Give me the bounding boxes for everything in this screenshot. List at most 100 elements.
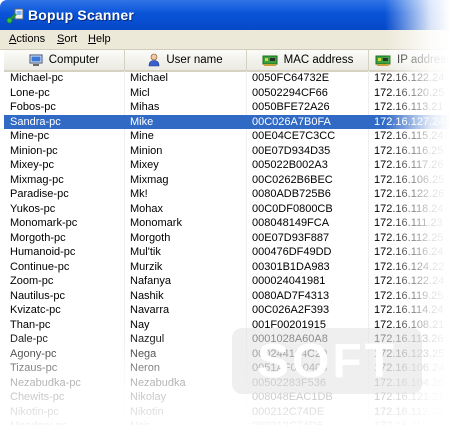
cell-ip: 172.16.112.25: [374, 231, 444, 244]
cell-computer: Continue-pc: [10, 260, 70, 273]
cell-ip: 172.16.122.24: [374, 72, 445, 84]
cell-ip: 172.16.113.21: [374, 101, 444, 113]
cell-mac: 00C0DF0800CB: [252, 202, 333, 215]
cell-mac: 000212C74DE: [252, 405, 325, 418]
app-window: Bopup Scanner Actions Sort Help Computer…: [0, 0, 450, 425]
table-row[interactable]: Yukos-pc Mohax 00C0DF0800CB 172.16.118.24: [4, 202, 450, 217]
table-row[interactable]: Minion-pc Minion 00E07D934D35 172.16.116.25: [4, 144, 450, 159]
cell-mac: 00C026A2F393: [252, 304, 330, 316]
cell-computer: Michael-pc: [10, 72, 64, 84]
cell-mac: 000212C74D6: [252, 420, 323, 425]
window-title: Bopup Scanner: [28, 7, 135, 23]
cell-mac: 00E04CE7C3CC: [252, 130, 336, 142]
cell-ip: 172.16.114.24: [374, 304, 444, 316]
table-row[interactable]: Continue-pc Murzik 00301B1DA983 172.16.124.…: [4, 260, 450, 275]
cell-computer: Kvizatc-pc: [10, 304, 61, 316]
cell-user: Nashik: [130, 289, 164, 302]
cell-computer: Mixmag-pc: [10, 173, 64, 186]
table-row[interactable]: Meadow-pc Noir 000212C74D6 172.16.116.26: [4, 419, 450, 425]
list-header: Computer User name MAC address IP addres…: [4, 50, 450, 72]
cell-user: Mk!: [130, 188, 148, 200]
cell-computer: Zoom-pc: [10, 275, 54, 287]
table-row[interactable]: Paradise-pc Mk! 0080ADB725B6 172.16.122.26: [4, 187, 450, 202]
table-row[interactable]: Mixey-pc Mixey 005022B002A3 172.16.117.26: [4, 158, 450, 173]
menu-actions[interactable]: Actions: [9, 33, 45, 45]
cell-user: Mixey: [130, 159, 159, 171]
cell-ip: 172.16.122.24: [374, 275, 445, 287]
cell-user: Mohax: [130, 202, 164, 215]
scanner-app-icon: [6, 8, 24, 24]
cell-mac: 00E07D934D35: [252, 144, 331, 157]
cell-user: Nay: [130, 318, 150, 331]
cell-computer: Morgoth-pc: [10, 231, 66, 244]
cell-ip: 172.16.116.25: [374, 144, 444, 157]
cell-mac: 00C026A7B0FA: [252, 115, 331, 128]
table-row[interactable]: Humanoid-pc Mul'tik 000476DF49DD 172.16.116…: [4, 245, 450, 260]
column-label-mac: MAC address: [283, 54, 354, 66]
cell-user: Nezabudka: [130, 376, 186, 389]
title-bar[interactable]: Bopup Scanner: [0, 0, 450, 30]
cell-mac: 00C0262B6BEC: [252, 173, 333, 186]
table-row[interactable]: Morgoth-pc Morgoth 00E07D93F887 172.16.112.…: [4, 231, 450, 246]
table-row[interactable]: Lone-pc Micl 00502294CF66 172.16.120.25: [4, 86, 450, 101]
cell-mac: 00E07D93F887: [252, 231, 330, 244]
cell-mac: 00301B1DA983: [252, 260, 330, 273]
cell-computer: Humanoid-pc: [10, 246, 76, 258]
table-row[interactable]: Sandra-pc Mike 00C026A7B0FA 172.16.127.24: [4, 114, 450, 129]
cell-computer: Minion-pc: [10, 144, 58, 157]
table-row[interactable]: Monomark-pc Monomark 008048149FCA 172.16.11…: [4, 216, 450, 231]
cell-ip: 172.16.116.24: [374, 246, 444, 258]
menu-help[interactable]: Help: [88, 33, 111, 45]
cell-mac: 008048149FCA: [252, 217, 330, 229]
table-row[interactable]: Fobos-pc Mihas 0050BFE72A26 172.16.113.21: [4, 100, 450, 115]
cell-computer: Nikotin-pc: [10, 405, 59, 418]
column-header-mac[interactable]: MAC address: [247, 50, 369, 70]
table-row[interactable]: Mine-pc Mine 00E04CE7C3CC 172.16.115.24: [4, 129, 450, 144]
watermark: SOFT: [232, 328, 422, 394]
column-header-computer[interactable]: Computer: [4, 50, 125, 70]
cell-computer: Fobos-pc: [10, 101, 56, 113]
cell-user: Mul'tik: [130, 246, 161, 258]
table-row[interactable]: Nikotin-pc Nikotin 000212C74DE 172.16.112.2…: [4, 405, 450, 420]
computer-icon: [29, 54, 43, 66]
cell-user: Mixmag: [130, 173, 169, 186]
cell-computer: Lone-pc: [10, 86, 50, 99]
table-row[interactable]: Nautilus-pc Nashik 0080AD7F4313 172.16.119.…: [4, 289, 450, 304]
cell-user: Minion: [130, 144, 163, 157]
cell-mac: 0080AD7F4313: [252, 289, 330, 302]
cell-ip: 172.16.106.25: [374, 173, 445, 186]
cell-user: Nikolay: [130, 391, 167, 403]
column-header-user[interactable]: User name: [125, 50, 247, 70]
cell-computer: Chewits-pc: [10, 391, 65, 403]
cell-ip: 172.16.122.26: [374, 188, 445, 200]
column-label-ip: IP address: [397, 54, 450, 66]
cell-computer: Dale-pc: [10, 333, 48, 345]
column-header-ip[interactable]: IP address: [369, 50, 450, 70]
network-card-icon: [375, 55, 391, 66]
cell-computer: Nautilus-pc: [10, 289, 66, 302]
cell-computer: Mixey-pc: [10, 159, 55, 171]
cell-user: Monomark: [130, 217, 182, 229]
cell-ip: 172.16.124.22: [374, 260, 445, 273]
table-row[interactable]: Mixmag-pc Mixmag 00C0262B6BEC 172.16.106.25: [4, 173, 450, 188]
cell-user: Morgoth: [130, 231, 171, 244]
cell-computer: Mine-pc: [10, 130, 50, 142]
cell-computer: Than-pc: [10, 318, 51, 331]
cell-user: Nafanya: [130, 275, 171, 287]
cell-user: Murzik: [130, 260, 163, 273]
table-row[interactable]: Michael-pc Michael 0050FC64732E 172.16.122.…: [4, 71, 450, 86]
menu-bar: Actions Sort Help: [0, 30, 450, 50]
cell-ip: 172.16.115.24: [374, 130, 444, 142]
cell-user: Navarra: [130, 304, 170, 316]
cell-ip: 172.16.116.26: [374, 420, 444, 425]
cell-computer: Meadow-pc: [10, 420, 67, 425]
cell-user: Neron: [130, 362, 160, 374]
table-row[interactable]: Zoom-pc Nafanya 000024041981 172.16.122.24: [4, 274, 450, 289]
cell-computer: Sandra-pc: [10, 115, 61, 128]
cell-ip: 172.16.112.23: [374, 405, 444, 418]
cell-mac: 0050BFE72A26: [252, 101, 330, 113]
menu-sort[interactable]: Sort: [57, 33, 77, 45]
cell-ip: 172.16.117.26: [374, 159, 444, 171]
cell-user: Mike: [130, 115, 154, 128]
table-row[interactable]: Kvizatc-pc Navarra 00C026A2F393 172.16.114.…: [4, 303, 450, 318]
